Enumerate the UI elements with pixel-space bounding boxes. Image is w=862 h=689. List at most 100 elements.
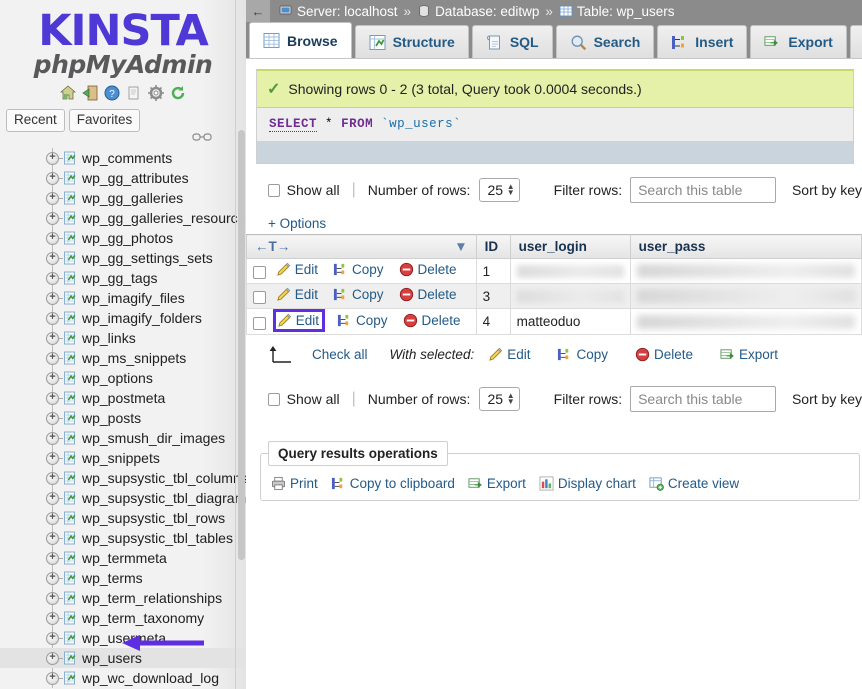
table-row[interactable]: EditCopyDelete3 <box>247 284 862 309</box>
breadcrumb-server[interactable]: Server: localhost <box>297 4 398 19</box>
with-selected-edit-button[interactable]: Edit <box>488 347 530 362</box>
help-icon[interactable]: ? <box>104 85 120 101</box>
tab-export[interactable]: Export <box>750 25 846 58</box>
settings-icon[interactable] <box>148 85 164 101</box>
qro-print-button[interactable]: Print <box>271 476 318 491</box>
tab-search[interactable]: Search <box>556 25 655 58</box>
expand-icon[interactable] <box>46 212 59 225</box>
sidebar-item-wp_users[interactable]: wp_users <box>0 648 246 668</box>
sidebar-item-wp_wc_download_log[interactable]: wp_wc_download_log <box>0 668 246 688</box>
column-header-id[interactable]: ID <box>476 235 510 259</box>
qro-create-view-button[interactable]: Create view <box>649 476 739 491</box>
expand-icon[interactable] <box>46 152 59 165</box>
breadcrumb-database[interactable]: Database: editwp <box>435 4 539 19</box>
sidebar-item-wp_gg_tags[interactable]: wp_gg_tags <box>0 268 246 288</box>
row-checkbox[interactable] <box>253 291 266 304</box>
breadcrumb-table[interactable]: Table: wp_users <box>577 4 675 19</box>
sidebar-item-wp_comments[interactable]: wp_comments <box>0 148 246 168</box>
sidebar-item-wp_postmeta[interactable]: wp_postmeta <box>0 388 246 408</box>
with-selected-delete-button[interactable]: Delete <box>635 347 693 362</box>
sidebar-item-wp_imagify_folders[interactable]: wp_imagify_folders <box>0 308 246 328</box>
sidebar-item-wp_ms_snippets[interactable]: wp_ms_snippets <box>0 348 246 368</box>
rows-per-page-select-top[interactable]: 25 ▲▼ <box>479 178 519 202</box>
sidebar-item-wp_posts[interactable]: wp_posts <box>0 408 246 428</box>
row-delete-link[interactable]: Delete <box>399 262 457 277</box>
show-all-checkbox-top[interactable] <box>268 184 280 197</box>
show-all-checkbox-bottom[interactable] <box>268 393 280 406</box>
rows-per-page-select-bottom[interactable]: 25 ▲▼ <box>479 387 519 411</box>
sidebar-item-wp_imagify_files[interactable]: wp_imagify_files <box>0 288 246 308</box>
tab-insert[interactable]: Insert <box>657 25 747 58</box>
column-header-user-login[interactable]: user_login <box>510 235 630 259</box>
sidebar-item-recent[interactable]: Recent <box>6 109 65 132</box>
expand-icon[interactable] <box>46 292 59 305</box>
tab-structure[interactable]: Structure <box>355 25 469 58</box>
row-delete-link[interactable]: Delete <box>403 313 461 328</box>
qro-export-button[interactable]: Export <box>468 476 526 491</box>
sidebar-item-wp_usermeta[interactable]: wp_usermeta <box>0 628 246 648</box>
expand-icon[interactable] <box>46 352 59 365</box>
row-copy-link[interactable]: Copy <box>333 262 384 277</box>
sidebar-item-wp_supsystic_tbl_columns[interactable]: wp_supsystic_tbl_columns <box>0 468 246 488</box>
sidebar-item-wp_gg_galleries_resources[interactable]: wp_gg_galleries_resources <box>0 208 246 228</box>
expand-icon[interactable] <box>46 572 59 585</box>
options-toggle[interactable]: + Options <box>246 216 862 234</box>
row-delete-link[interactable]: Delete <box>399 287 457 302</box>
filter-input-top[interactable]: Search this table <box>630 177 776 203</box>
sidebar-item-wp_termmeta[interactable]: wp_termmeta <box>0 548 246 568</box>
expand-icon[interactable] <box>46 192 59 205</box>
sidebar-item-wp_gg_settings_sets[interactable]: wp_gg_settings_sets <box>0 248 246 268</box>
sidebar-item-wp_snippets[interactable]: wp_snippets <box>0 448 246 468</box>
expand-icon[interactable] <box>46 372 59 385</box>
sidebar-item-wp_options[interactable]: wp_options <box>0 368 246 388</box>
row-edit-link[interactable]: Edit <box>276 312 322 329</box>
expand-icon[interactable] <box>46 512 59 525</box>
sidebar-item-favorites[interactable]: Favorites <box>69 109 141 132</box>
sidebar-scrollbar[interactable] <box>238 130 245 560</box>
sidebar-item-wp_gg_attributes[interactable]: wp_gg_attributes <box>0 168 246 188</box>
expand-icon[interactable] <box>46 412 59 425</box>
expand-icon[interactable] <box>46 332 59 345</box>
nav-arrows[interactable]: ←T→ <box>255 239 290 254</box>
expand-icon[interactable] <box>46 552 59 565</box>
table-row[interactable]: EditCopyDelete4matteoduo <box>247 309 862 335</box>
sidebar-item-wp_term_taxonomy[interactable]: wp_term_taxonomy <box>0 608 246 628</box>
filter-input-bottom[interactable]: Search this table <box>630 386 776 412</box>
sql-query-display[interactable]: SELECT * FROM `wp_users` <box>257 108 853 141</box>
expand-icon[interactable] <box>46 252 59 265</box>
sidebar-item-wp_supsystic_tbl_rows[interactable]: wp_supsystic_tbl_rows <box>0 508 246 528</box>
glasses-icon[interactable] <box>192 132 212 145</box>
row-checkbox[interactable] <box>253 317 266 330</box>
row-copy-link[interactable]: Copy <box>333 287 384 302</box>
qro-copy-to-clipboard-button[interactable]: Copy to clipboard <box>331 476 455 491</box>
expand-icon[interactable] <box>46 612 59 625</box>
sidebar-item-wp_gg_galleries[interactable]: wp_gg_galleries <box>0 188 246 208</box>
expand-icon[interactable] <box>46 392 59 405</box>
sidebar-item-wp_smush_dir_images[interactable]: wp_smush_dir_images <box>0 428 246 448</box>
sidebar-item-wp_links[interactable]: wp_links <box>0 328 246 348</box>
logout-icon[interactable] <box>82 85 98 101</box>
qro-display-chart-button[interactable]: Display chart <box>539 476 636 491</box>
expand-icon[interactable] <box>46 172 59 185</box>
expand-icon[interactable] <box>46 232 59 245</box>
sidebar-item-wp_supsystic_tbl_diagrams[interactable]: wp_supsystic_tbl_diagrams <box>0 488 246 508</box>
sidebar-item-wp_supsystic_tbl_tables[interactable]: wp_supsystic_tbl_tables <box>0 528 246 548</box>
expand-icon[interactable] <box>46 592 59 605</box>
refresh-icon[interactable] <box>170 85 186 101</box>
row-edit-link[interactable]: Edit <box>276 262 318 277</box>
home-icon[interactable] <box>60 85 76 101</box>
row-edit-link[interactable]: Edit <box>276 287 318 302</box>
sidebar-item-wp_term_relationships[interactable]: wp_term_relationships <box>0 588 246 608</box>
with-selected-export-button[interactable]: Export <box>720 347 778 362</box>
table-row[interactable]: EditCopyDelete1 <box>247 259 862 284</box>
expand-icon[interactable] <box>46 672 59 685</box>
tab-sql[interactable]: SQL <box>472 25 553 58</box>
expand-icon[interactable] <box>46 272 59 285</box>
chevron-down-icon[interactable]: ▼ <box>454 239 467 254</box>
expand-icon[interactable] <box>46 312 59 325</box>
expand-icon[interactable] <box>46 472 59 485</box>
column-header-user-pass[interactable]: user_pass <box>630 235 861 259</box>
check-all-label[interactable]: Check all <box>312 347 368 362</box>
expand-icon[interactable] <box>46 652 59 665</box>
tab-import[interactable]: Import <box>850 25 862 58</box>
